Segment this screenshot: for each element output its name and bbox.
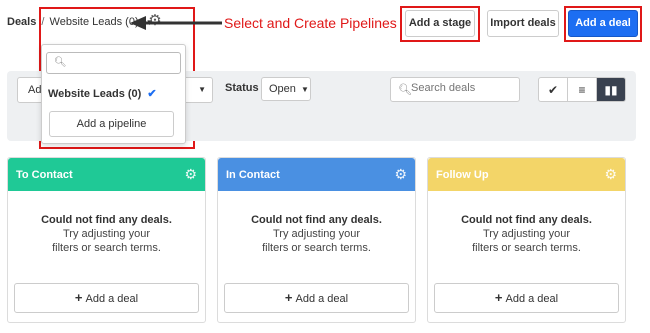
- search-icon: 🔍︎: [398, 84, 412, 96]
- empty-state-title: Could not find any deals.: [461, 214, 592, 226]
- add-deal-label: Add a deal: [295, 293, 349, 305]
- stage-column-in-contact: In Contact ⚙ Could not find any deals. T…: [217, 157, 416, 323]
- chevron-down-icon: ▼: [198, 85, 206, 94]
- empty-state-title: Could not find any deals.: [41, 214, 172, 226]
- plus-icon: +: [74, 290, 83, 305]
- search-deals-field[interactable]: 🔍︎: [390, 77, 520, 102]
- stage-column-to-contact: To Contact ⚙ Could not find any deals. T…: [7, 157, 206, 323]
- pipeline-option-label: Website Leads (0): [48, 88, 142, 100]
- empty-state-line: Try adjusting your: [62, 228, 151, 240]
- plus-icon: +: [284, 290, 293, 305]
- stage-title: To Contact: [16, 169, 73, 181]
- gear-icon[interactable]: ⚙: [604, 166, 617, 183]
- add-deal-to-stage-button[interactable]: + Add a deal: [14, 283, 199, 313]
- list-view-icon[interactable]: ≡: [568, 78, 597, 101]
- status-value: Open: [269, 83, 296, 95]
- import-deals-button[interactable]: Import deals: [487, 10, 559, 37]
- stage-header: Follow Up ⚙: [428, 158, 625, 191]
- add-stage-button[interactable]: Add a stage: [405, 10, 475, 37]
- stage-header: In Contact ⚙: [218, 158, 415, 191]
- add-deal-button[interactable]: Add a deal: [568, 10, 638, 37]
- empty-state-line: filters or search terms.: [262, 242, 371, 254]
- add-deal-label: Add a deal: [85, 293, 139, 305]
- pipeline-option[interactable]: Website Leads (0) ✔: [48, 87, 157, 100]
- gear-icon[interactable]: ⚙: [394, 166, 407, 183]
- status-select[interactable]: Open ▼: [261, 77, 311, 101]
- stage-title: In Contact: [226, 169, 280, 181]
- empty-state-title: Could not find any deals.: [251, 214, 382, 226]
- add-deal-label: Add a deal: [505, 293, 559, 305]
- pipeline-dropdown: 🔍︎ Website Leads (0) ✔ Add a pipeline: [41, 44, 186, 144]
- stage-header: To Contact ⚙: [8, 158, 205, 191]
- stage-column-follow-up: Follow Up ⚙ Could not find any deals. Tr…: [427, 157, 626, 323]
- plus-icon: +: [494, 290, 503, 305]
- pipeline-search-field[interactable]: 🔍︎: [46, 52, 181, 74]
- empty-state-line: filters or search terms.: [472, 242, 581, 254]
- status-label: Status: [225, 82, 259, 94]
- add-deal-to-stage-button[interactable]: + Add a deal: [224, 283, 409, 313]
- add-pipeline-button[interactable]: Add a pipeline: [49, 111, 174, 137]
- view-toggle-group: ✔ ≡ ▮▮: [538, 77, 626, 102]
- empty-state: Could not find any deals. Try adjusting …: [428, 213, 625, 255]
- empty-state: Could not find any deals. Try adjusting …: [8, 213, 205, 255]
- gear-icon[interactable]: ⚙: [184, 166, 197, 183]
- empty-state-line: Try adjusting your: [272, 228, 361, 240]
- board-view-icon[interactable]: ▮▮: [597, 78, 625, 101]
- search-icon: 🔍︎: [54, 57, 67, 68]
- stage-title: Follow Up: [436, 169, 489, 181]
- chevron-down-icon: ▼: [300, 85, 309, 94]
- add-deal-to-stage-button[interactable]: + Add a deal: [434, 283, 619, 313]
- callout-text: Select and Create Pipelines: [224, 15, 397, 31]
- empty-state: Could not find any deals. Try adjusting …: [218, 213, 415, 255]
- breadcrumb-root[interactable]: Deals: [7, 16, 36, 28]
- search-deals-input[interactable]: [411, 82, 516, 94]
- empty-state-line: filters or search terms.: [52, 242, 161, 254]
- check-icon: ✔: [147, 88, 157, 100]
- empty-state-line: Try adjusting your: [482, 228, 571, 240]
- check-view-icon[interactable]: ✔: [539, 78, 568, 101]
- callout-arrow-icon: [130, 16, 222, 30]
